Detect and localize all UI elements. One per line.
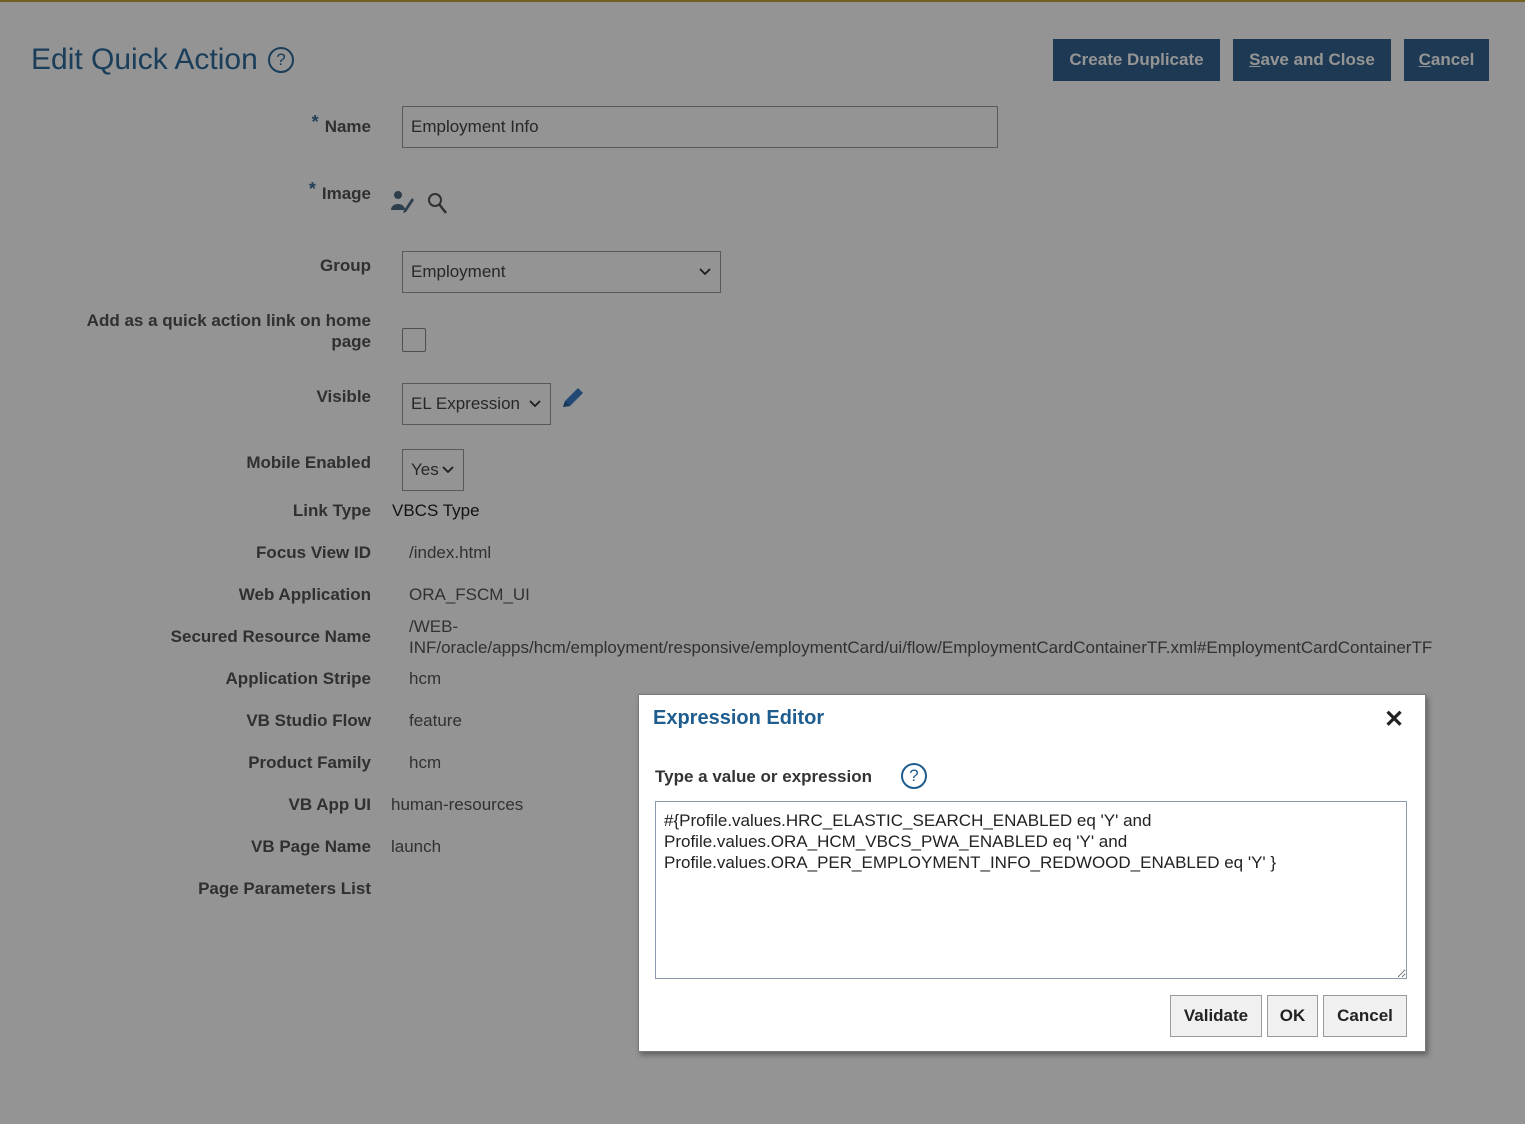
expression-textarea[interactable]: #{Profile.values.HRC_ELASTIC_SEARCH_ENAB… (655, 801, 1407, 979)
help-icon[interactable]: ? (901, 763, 927, 789)
dialog-cancel-button[interactable]: Cancel (1323, 995, 1407, 1037)
close-icon[interactable]: ✕ (1384, 705, 1404, 734)
dialog-title: Expression Editor (653, 707, 825, 729)
validate-button[interactable]: Validate (1170, 995, 1262, 1037)
expression-prompt-label: Type a value or expression (655, 767, 872, 786)
expression-editor-dialog: Expression Editor ✕ Type a value or expr… (638, 694, 1426, 1052)
ok-button[interactable]: OK (1267, 995, 1318, 1037)
